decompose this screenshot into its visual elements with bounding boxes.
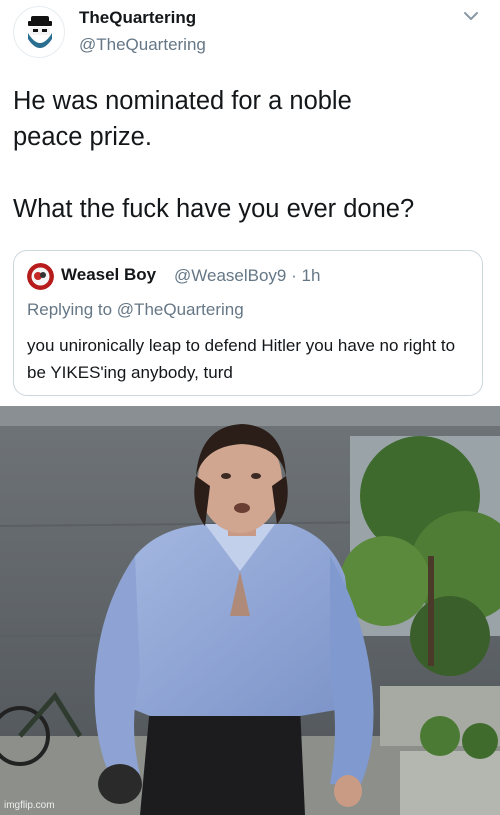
quoted-author-handle[interactable]: @WeaselBoy9 (174, 266, 286, 285)
quoted-author-meta: @WeaselBoy9 · 1h (174, 266, 320, 286)
quoted-tweet[interactable]: Weasel Boy @WeaselBoy9 · 1h Replying to … (13, 250, 483, 396)
author-name[interactable]: TheQuartering (79, 8, 196, 28)
replying-to-mention[interactable]: @TheQuartering (117, 300, 244, 319)
quoted-time: · 1h (291, 266, 321, 285)
quoted-tweet-text: you unironically leap to defend Hitler y… (27, 336, 456, 382)
tweet-text: He was nominated for a noble peace prize… (13, 87, 415, 223)
replying-to-line: Replying to @TheQuartering (27, 300, 244, 320)
man-in-blue-shirt-photo: imgflip.com (0, 406, 500, 815)
tweet-card: TheQuartering @TheQuartering He was nomi… (0, 0, 500, 406)
author-handle[interactable]: @TheQuartering (79, 35, 206, 55)
weasel-avatar-icon (27, 263, 54, 290)
bearded-man-logo-icon (28, 16, 52, 48)
chevron-down-icon[interactable] (463, 10, 479, 22)
quoted-author-name[interactable]: Weasel Boy (61, 265, 156, 285)
imgflip-watermark: imgflip.com (4, 800, 55, 811)
replying-to-prefix: Replying to (27, 300, 113, 319)
quoted-author-avatar[interactable] (27, 263, 54, 290)
author-avatar[interactable] (13, 6, 65, 58)
